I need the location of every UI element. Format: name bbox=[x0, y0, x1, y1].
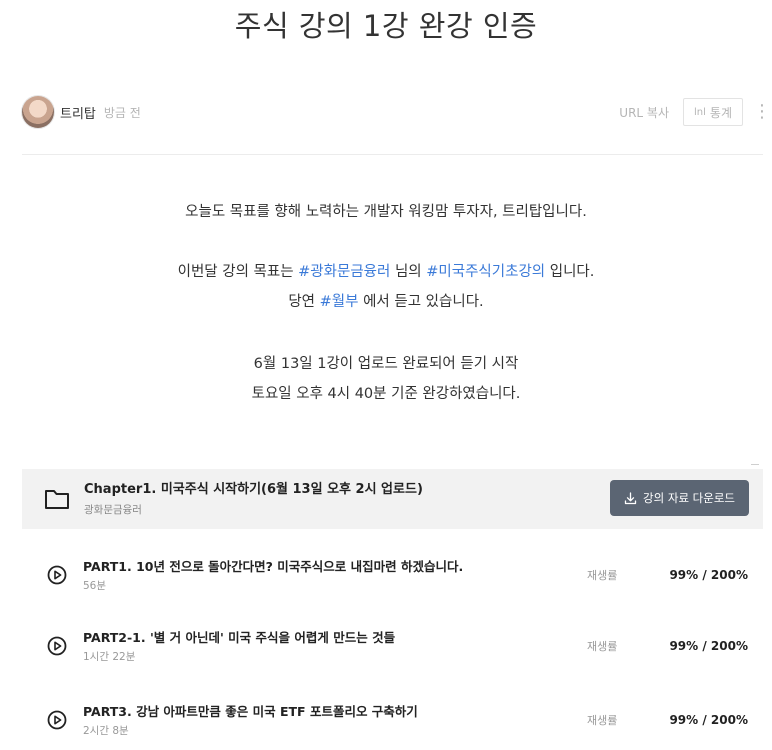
post-title: 주식 강의 1강 완강 인증 bbox=[234, 9, 538, 43]
more-icon[interactable]: ⋮ bbox=[753, 103, 771, 121]
body-line-3: 당연 #월부 에서 듣고 있습니다. bbox=[0, 288, 772, 316]
author-bar: 트리탑 방금 전 URL 복사 lnl 통계 ⋮ bbox=[22, 94, 771, 130]
body-text: 이번달 강의 목표는 bbox=[177, 264, 299, 280]
playback-rate-value: 99% / 200% bbox=[669, 713, 748, 727]
lesson-row[interactable]: PART2-1. '별 거 아닌데' 미국 주식을 어렵게 만드는 것들 1시간… bbox=[22, 616, 763, 676]
chapter-header: Chapter1. 미국주식 시작하기(6월 13일 오후 2시 업로드) 광화… bbox=[22, 469, 763, 529]
bar-chart-icon: lnl bbox=[694, 106, 706, 118]
playback-rate-value: 99% / 200% bbox=[669, 639, 748, 653]
body-text: 님의 bbox=[390, 264, 427, 280]
chapter-title: Chapter1. 미국주식 시작하기(6월 13일 오후 2시 업로드) bbox=[84, 482, 423, 497]
body-text: 에서 듣고 있습니다. bbox=[358, 294, 484, 310]
lesson-row[interactable]: PART1. 10년 전으로 돌아간다면? 미국주식으로 내집마련 하겠습니다.… bbox=[22, 545, 763, 605]
lesson-row[interactable]: PART3. 강남 아파트만큼 좋은 미국 ETF 포트폴리오 구축하기 2시간… bbox=[22, 690, 763, 750]
body-text: 당연 bbox=[288, 294, 320, 310]
lesson-title[interactable]: PART1. 10년 전으로 돌아간다면? 미국주식으로 내집마련 하겠습니다. bbox=[83, 558, 553, 575]
post-time: 방금 전 bbox=[103, 105, 141, 120]
hashtag-link[interactable]: #미국주식기초강의 bbox=[426, 264, 545, 280]
download-icon bbox=[624, 491, 637, 504]
body-line-2: 이번달 강의 목표는 #광화문금융러 님의 #미국주식기초강의 입니다. bbox=[0, 258, 772, 286]
play-icon[interactable] bbox=[47, 710, 67, 730]
body-line-5: 토요일 오후 4시 40분 기준 완강하였습니다. bbox=[251, 386, 521, 402]
divider bbox=[751, 464, 759, 465]
playback-rate-label: 재생률 bbox=[587, 714, 618, 727]
playback-rate-label: 재생률 bbox=[587, 569, 618, 582]
stats-button[interactable]: lnl 통계 bbox=[683, 98, 743, 126]
chapter-instructor: 광화문금융러 bbox=[84, 504, 142, 516]
play-icon[interactable] bbox=[47, 565, 67, 585]
playback-rate-value: 99% / 200% bbox=[669, 568, 748, 582]
lesson-title[interactable]: PART3. 강남 아파트만큼 좋은 미국 ETF 포트폴리오 구축하기 bbox=[83, 703, 553, 720]
playback-rate-label: 재생률 bbox=[587, 640, 618, 653]
lesson-duration: 56분 bbox=[83, 579, 107, 592]
body-line-1: 오늘도 목표를 향해 노력하는 개발자 워킹맘 투자자, 트리탑입니다. bbox=[185, 204, 587, 220]
body-line-4: 6월 13일 1강이 업로드 완료되어 듣기 시작 bbox=[253, 356, 519, 372]
divider bbox=[22, 154, 763, 155]
author-name[interactable]: 트리탑 bbox=[60, 103, 96, 122]
play-icon[interactable] bbox=[47, 636, 67, 656]
hashtag-link[interactable]: #광화문금융러 bbox=[298, 264, 390, 280]
lesson-title[interactable]: PART2-1. '별 거 아닌데' 미국 주식을 어렵게 만드는 것들 bbox=[83, 629, 553, 646]
lesson-duration: 2시간 8분 bbox=[83, 724, 129, 737]
url-copy-button[interactable]: URL 복사 bbox=[619, 104, 669, 121]
lesson-duration: 1시간 22분 bbox=[83, 650, 136, 663]
folder-icon bbox=[45, 490, 69, 509]
hashtag-link[interactable]: #월부 bbox=[320, 294, 359, 310]
download-materials-button[interactable]: 강의 자료 다운로드 bbox=[610, 480, 749, 516]
body-text: 입니다. bbox=[545, 264, 595, 280]
avatar[interactable] bbox=[22, 96, 54, 128]
stats-label: 통계 bbox=[709, 105, 732, 120]
download-label: 강의 자료 다운로드 bbox=[643, 491, 735, 505]
